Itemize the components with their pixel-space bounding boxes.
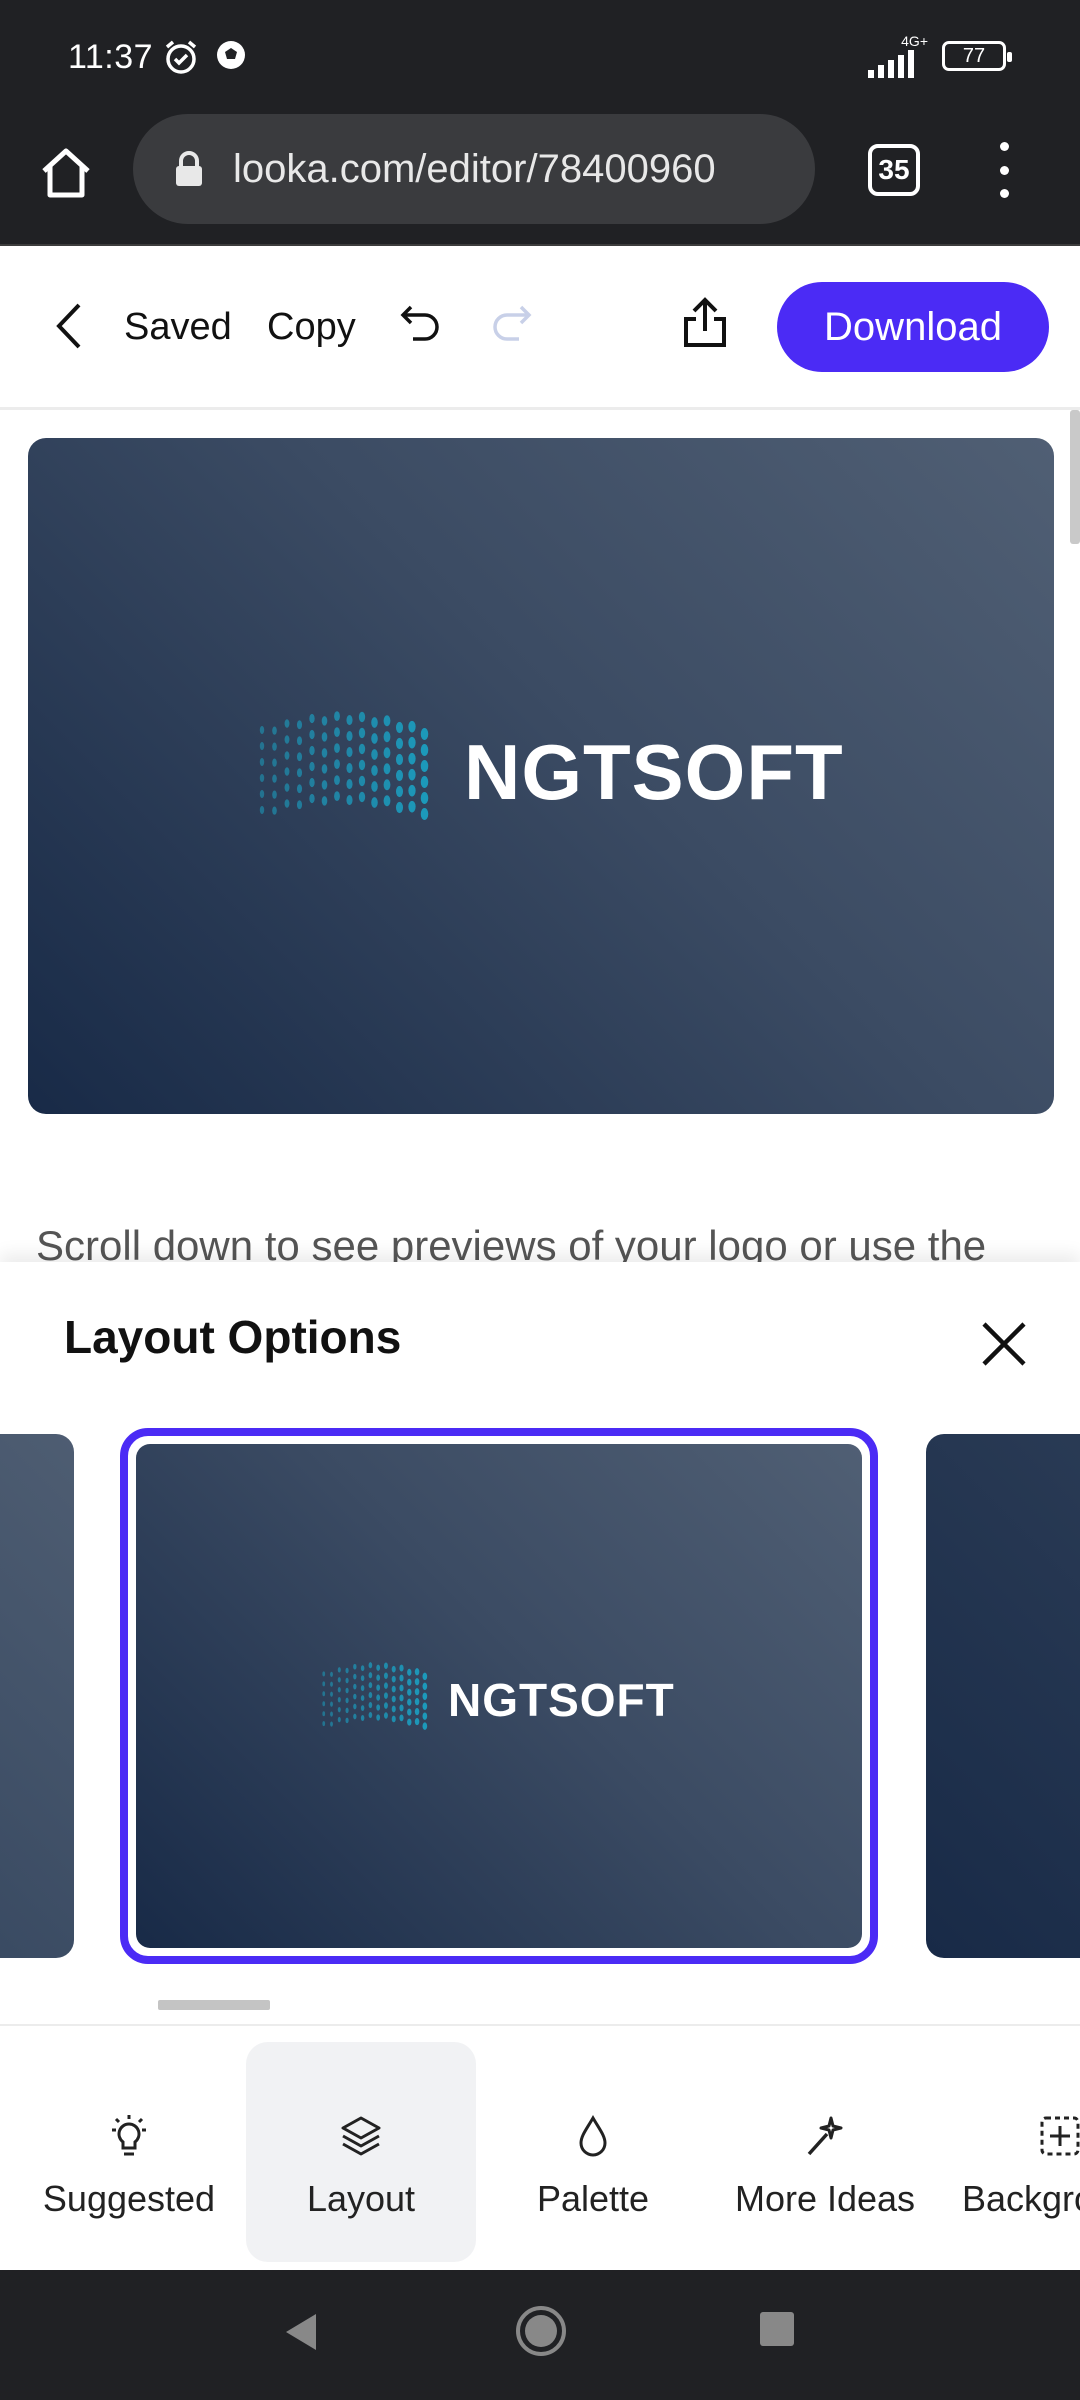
close-icon[interactable] [976,1316,1032,1372]
nav-label: Palette [536,2178,650,2219]
redo-icon[interactable] [486,298,536,348]
system-home-icon[interactable] [514,2304,568,2358]
option-logo: NGTSOFT [320,1660,675,1740]
more-menu-icon[interactable] [980,136,1028,204]
option-logo-mark-icon [322,1662,428,1730]
droplet-icon [576,2112,610,2160]
battery-level: 77 [962,44,986,67]
nav-label: Backgro [962,2178,1080,2219]
layout-option-selected[interactable]: NGTSOFT [120,1428,878,1964]
option-logo-text: NGTSOFT [448,1674,675,1726]
editor-toolbar: Saved Copy Download [0,246,1080,410]
battery-icon: 77 [942,41,1012,71]
share-icon[interactable] [678,294,732,352]
nav-label: More Ideas [734,2178,916,2219]
status-time: 11:37 [68,38,154,76]
tab-switcher-button[interactable]: 35 [868,144,920,196]
system-recents-icon[interactable] [758,2310,796,2348]
signal-icon: 4G+ [864,34,928,78]
nav-layout[interactable]: Layout [246,2042,476,2262]
nav-background[interactable]: Backgro [944,2042,1080,2262]
lightbulb-icon [109,2112,149,2160]
grid-plus-icon [1038,2112,1080,2160]
editor-bottom-nav: Suggested Layout Palette More Ideas Back… [0,2024,1080,2270]
address-bar[interactable]: looka.com/editor/78400960 [133,114,815,224]
status-bar: 11:37 4G+ 77 [0,0,1080,112]
system-navigation-bar [0,2270,1080,2400]
lock-icon [169,149,209,189]
layout-options-sheet: Layout Options NGTSOFT [0,1262,1080,2032]
home-icon[interactable] [34,140,98,204]
nav-label: Suggested [42,2178,216,2219]
layout-option-next[interactable] [926,1434,1080,1958]
logo: NGTSOFT [256,708,844,836]
logo-mark-icon [259,711,429,820]
nav-more-ideas[interactable]: More Ideas [710,2042,940,2262]
soccer-ball-icon [214,38,248,77]
logo-preview: NGTSOFT [28,438,1054,1114]
tab-count: 35 [878,154,910,185]
copy-button[interactable]: Copy [267,306,356,349]
layout-option-preview: NGTSOFT [136,1444,862,1948]
magic-wand-icon [803,2112,847,2160]
undo-icon[interactable] [396,298,446,348]
system-back-icon[interactable] [282,2310,318,2354]
back-chevron-icon[interactable] [48,296,88,356]
sheet-title: Layout Options [64,1311,402,1363]
nav-label: Layout [306,2178,416,2219]
download-button[interactable]: Download [777,282,1049,372]
logo-text: NGTSOFT [464,727,844,816]
url-text: looka.com/editor/78400960 [233,146,716,191]
alarm-icon [162,38,200,81]
carousel-scroll-indicator [158,2000,270,2010]
layout-option-previous[interactable] [0,1434,74,1958]
saved-status: Saved [124,306,232,348]
browser-toolbar: looka.com/editor/78400960 35 [0,112,1080,246]
nav-palette[interactable]: Palette [478,2042,708,2262]
nav-suggested[interactable]: Suggested [14,2042,244,2262]
layers-icon [339,2112,383,2160]
network-type: 4G+ [901,33,928,49]
page-scrollbar[interactable] [1070,410,1080,544]
